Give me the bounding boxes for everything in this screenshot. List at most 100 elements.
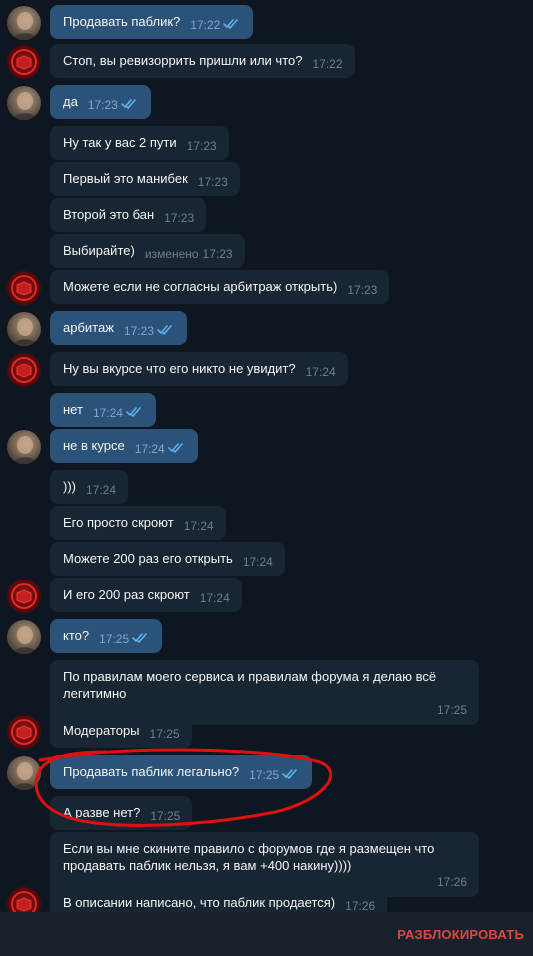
message-meta: 17:23 <box>124 323 175 340</box>
message-meta: 17:23 <box>198 174 228 191</box>
message-meta: 17:24 <box>243 554 273 571</box>
message-time: 17:23 <box>123 324 154 338</box>
message-text: Ну вы вкурсе что его никто не увидит? <box>63 361 296 376</box>
message-bubble[interactable]: И его 200 раз скроют 17:24 <box>50 578 242 612</box>
message-bubble[interactable]: Второй это бан 17:23 <box>50 198 207 232</box>
outgoing-message[interactable]: арбитаж 17:23 <box>50 311 187 345</box>
message-bubble[interactable]: не в курсе 17:24 <box>50 429 198 463</box>
incoming-message[interactable]: ))) 17:24 <box>50 470 129 504</box>
unblock-button[interactable]: РАЗБЛОКИРОВАТЬ <box>397 927 524 942</box>
message-bubble[interactable]: ))) 17:24 <box>50 470 129 504</box>
outgoing-message[interactable]: кто? 17:25 <box>50 619 163 653</box>
user-avatar[interactable] <box>7 756 41 790</box>
message-bubble[interactable]: Его просто скроют 17:24 <box>50 506 226 540</box>
message-bubble[interactable]: Первый это манибек 17:23 <box>50 162 240 196</box>
outgoing-message[interactable]: Продавать паблик? 17:22 <box>50 5 254 39</box>
message-text: Продавать паблик? <box>63 14 181 29</box>
message-time: 17:22 <box>190 18 221 32</box>
bot-avatar[interactable] <box>7 353 41 387</box>
message-time: 17:23 <box>164 211 195 225</box>
bot-avatar[interactable] <box>7 887 41 912</box>
message-time: 17:25 <box>436 703 467 717</box>
incoming-message[interactable]: Ну вы вкурсе что его никто не увидит? 17:… <box>50 352 348 386</box>
message-text: Ну так у вас 2 пути <box>63 135 177 150</box>
message-bubble[interactable]: Можете если не согласны арбитраж открыть… <box>50 270 390 304</box>
message-meta: 17:24 <box>184 518 214 535</box>
incoming-message[interactable]: А разве нет? 17:25 <box>50 796 193 830</box>
double-check-icon <box>282 769 297 779</box>
message-meta: 17:25 <box>99 631 150 648</box>
incoming-message[interactable]: Можете 200 раз его открыть 17:24 <box>50 542 285 576</box>
bot-avatar[interactable] <box>7 45 41 79</box>
message-text: Продавать паблик легально? <box>63 764 240 779</box>
edited-label: изменено <box>144 247 199 261</box>
user-avatar[interactable] <box>7 620 41 654</box>
message-meta: изменено 17:23 <box>145 246 233 263</box>
message-bubble[interactable]: нет 17:24 <box>50 393 156 427</box>
user-avatar[interactable] <box>7 312 41 346</box>
message-meta: 17:24 <box>306 364 336 381</box>
message-bubble[interactable]: Продавать паблик легально? 17:25 <box>50 755 313 789</box>
message-bubble[interactable]: кто? 17:25 <box>50 619 163 653</box>
outgoing-message[interactable]: да 17:23 <box>50 85 151 119</box>
message-time: 17:23 <box>186 139 217 153</box>
message-text: Если вы мне скините правило с форумов гд… <box>63 841 435 873</box>
outgoing-message[interactable]: не в курсе 17:24 <box>50 429 198 463</box>
message-bubble[interactable]: А разве нет? 17:25 <box>50 796 193 830</box>
incoming-message[interactable]: В описании написано, что паблик продаетс… <box>50 886 388 912</box>
message-time: 17:24 <box>183 519 214 533</box>
message-bubble[interactable]: да 17:23 <box>50 85 151 119</box>
message-text: Первый это манибек <box>63 171 188 186</box>
double-check-icon <box>167 443 183 453</box>
message-text: нет <box>63 402 83 417</box>
message-text: Можете если не согласны арбитраж открыть… <box>63 279 338 294</box>
message-text: Второй это бан <box>63 207 155 222</box>
bot-avatar[interactable] <box>7 715 41 749</box>
message-text: арбитаж <box>63 320 114 335</box>
incoming-message[interactable]: Модераторы 17:25 <box>50 714 192 748</box>
incoming-message[interactable]: Ну так у вас 2 пути 17:23 <box>50 126 229 160</box>
message-time: 17:25 <box>99 632 130 646</box>
message-bubble[interactable]: Ну вы вкурсе что его никто не увидит? 17:… <box>50 352 348 386</box>
message-meta: 17:23 <box>88 97 139 114</box>
message-bubble[interactable]: Модераторы 17:25 <box>50 714 192 748</box>
outgoing-message[interactable]: нет 17:24 <box>50 393 156 427</box>
incoming-message[interactable]: Второй это бан 17:23 <box>50 198 207 232</box>
incoming-message[interactable]: Можете если не согласны арбитраж открыть… <box>50 270 390 304</box>
bot-avatar[interactable] <box>7 579 41 613</box>
message-bubble[interactable]: В описании написано, что паблик продаетс… <box>50 886 388 912</box>
incoming-message[interactable]: Стоп, вы ревизоррить пришли или что? 17:2… <box>50 44 355 78</box>
message-bubble[interactable]: Стоп, вы ревизоррить пришли или что? 17:2… <box>50 44 355 78</box>
outgoing-message[interactable]: Продавать паблик легально? 17:25 <box>50 755 313 789</box>
message-time: 17:24 <box>199 591 230 605</box>
message-time: 17:23 <box>347 283 378 297</box>
message-bubble[interactable]: Продавать паблик? 17:22 <box>50 5 254 39</box>
message-time: 17:24 <box>242 555 273 569</box>
message-text: Модераторы <box>63 723 140 738</box>
incoming-message[interactable]: Первый это манибек 17:23 <box>50 162 240 196</box>
message-text: В описании написано, что паблик продаетс… <box>63 895 336 910</box>
message-bubble[interactable]: Можете 200 раз его открыть 17:24 <box>50 542 285 576</box>
message-meta: 17:24 <box>200 590 230 607</box>
incoming-message[interactable]: Выбирайте) изменено 17:23 <box>50 234 245 268</box>
message-bubble[interactable]: арбитаж 17:23 <box>50 311 187 345</box>
user-avatar[interactable] <box>7 86 41 120</box>
message-bubble[interactable]: Выбирайте) изменено 17:23 <box>50 234 245 268</box>
message-time: 17:25 <box>149 727 180 741</box>
incoming-message[interactable]: Его просто скроют 17:24 <box>50 506 226 540</box>
message-time: 17:26 <box>436 875 467 889</box>
message-time: 17:23 <box>87 98 118 112</box>
message-time: 17:24 <box>134 442 165 456</box>
chat-history[interactable]: Продавать паблик? 17:22 Стоп, вы ревизорри… <box>0 0 533 912</box>
message-meta: 17:24 <box>93 405 144 422</box>
incoming-message[interactable]: И его 200 раз скроют 17:24 <box>50 578 242 612</box>
message-meta: 17:22 <box>190 17 241 34</box>
message-meta: 17:25 <box>150 726 180 743</box>
bottom-bar: РАЗБЛОКИРОВАТЬ <box>0 912 533 956</box>
message-meta: 17:23 <box>164 210 194 227</box>
bot-avatar[interactable] <box>7 271 41 305</box>
user-avatar[interactable] <box>7 430 41 464</box>
user-avatar[interactable] <box>7 6 41 40</box>
message-bubble[interactable]: Ну так у вас 2 пути 17:23 <box>50 126 229 160</box>
message-time: 17:25 <box>150 809 181 823</box>
